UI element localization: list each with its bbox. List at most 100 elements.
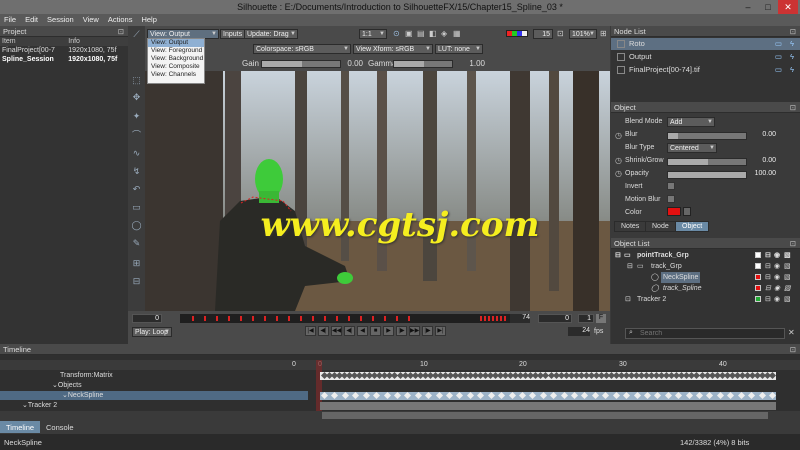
keyframe[interactable] <box>675 391 683 400</box>
keyframe[interactable] <box>477 391 485 400</box>
play-mode-select[interactable]: Play: Loop ▼ <box>132 327 172 337</box>
menu-item-view-background[interactable]: View: Background <box>148 55 204 63</box>
keyframe[interactable] <box>518 391 526 400</box>
list-item[interactable]: ⊡ Tracker 2 ⊟ ◉ ▧ <box>611 294 800 305</box>
invert-checkbox[interactable] <box>667 182 675 190</box>
clock-icon[interactable]: ◷ <box>615 131 622 140</box>
menu-file[interactable]: File <box>0 14 21 24</box>
lightning-icon[interactable]: ϟ <box>790 51 794 63</box>
grid-icon[interactable]: ⊟ <box>131 276 142 287</box>
object-color-swatch[interactable] <box>755 263 761 269</box>
collapse-icon[interactable]: ⊟ <box>615 250 621 261</box>
clock-icon[interactable]: ◷ <box>615 156 622 165</box>
table-row[interactable]: Spline_Session 1920x1080, 75f <box>0 55 128 64</box>
node-row-source[interactable]: FinalProject[00-74].tif ▭ ϟ <box>611 64 800 76</box>
f-button[interactable]: F <box>596 314 606 323</box>
list-item[interactable]: ◯ NeckSpline ⊟ ◉ ▧ <box>611 272 800 283</box>
step-forward-icon[interactable]: |▶ <box>396 326 407 336</box>
timeline-row-neckspline[interactable]: ⌄NeckSpline <box>0 391 308 400</box>
keyframe[interactable] <box>508 391 516 400</box>
render-icon[interactable]: ▧ <box>784 261 791 272</box>
list-item[interactable]: ⊟ ▭ track_Grp ⊟ ◉ ▧ <box>611 261 800 272</box>
viewer-toggle-icon[interactable]: ▭ <box>775 64 782 76</box>
keyframe[interactable] <box>737 391 745 400</box>
neckspline-track[interactable] <box>320 391 777 400</box>
blur-value[interactable]: 0.00 <box>736 131 776 138</box>
menu-item-view-channels[interactable]: View: Channels <box>148 71 204 79</box>
keyframe[interactable] <box>352 391 360 400</box>
rewind-icon[interactable]: ◀◀ <box>331 326 342 336</box>
keyframe[interactable] <box>498 391 506 400</box>
keyframe[interactable] <box>581 391 589 400</box>
play-icon[interactable]: ▶ <box>383 326 394 336</box>
menu-help[interactable]: Help <box>137 14 161 24</box>
timeline-scrollbar[interactable] <box>0 411 800 420</box>
start-frame-field[interactable]: 0 <box>132 314 162 323</box>
menu-actions[interactable]: Actions <box>104 14 138 24</box>
object-color-swatch[interactable] <box>755 252 761 258</box>
tab-timeline[interactable]: Timeline <box>0 421 41 433</box>
frame-count-field[interactable]: 15 <box>533 29 553 39</box>
lock-icon[interactable]: ⊟ <box>765 283 771 294</box>
roi-icon[interactable]: ▣ <box>405 29 413 38</box>
keyframe[interactable] <box>696 391 704 400</box>
overlay-icon[interactable]: ▤ <box>417 29 425 38</box>
keyframe[interactable] <box>487 391 495 400</box>
select-icon[interactable]: ⬚ <box>131 75 142 86</box>
menu-item-view-foreground[interactable]: View: Foreground <box>148 47 204 55</box>
menu-edit[interactable]: Edit <box>21 14 43 24</box>
keyframe[interactable] <box>716 391 724 400</box>
close-button[interactable]: ✕ <box>778 0 798 14</box>
rectangle-icon[interactable]: ▭ <box>131 202 142 213</box>
xspline-icon[interactable]: ↯ <box>131 166 142 177</box>
ellipse-icon[interactable]: ◯ <box>131 220 142 231</box>
keyframe[interactable] <box>643 391 652 400</box>
keyframe[interactable] <box>435 391 443 400</box>
timeline-ruler[interactable]: 0 0 10 20 30 40 <box>0 360 800 370</box>
node-row-roto[interactable]: Roto ▭ ϟ <box>611 38 800 50</box>
opacity-value[interactable]: 100.00 <box>736 170 776 177</box>
keyframe[interactable] <box>560 391 568 400</box>
keyframe[interactable] <box>383 391 391 400</box>
menu-item-view-composite[interactable]: View: Composite <box>148 63 204 71</box>
keyframe[interactable] <box>529 391 537 400</box>
tracker-track[interactable] <box>320 402 776 410</box>
keyframe[interactable] <box>685 391 693 400</box>
keyframe[interactable] <box>539 391 547 400</box>
shrink-grow-slider[interactable] <box>667 158 747 166</box>
node-row-output[interactable]: Output ▭ ϟ <box>611 51 800 63</box>
step-field[interactable]: 1 <box>578 314 594 323</box>
ratio-select[interactable]: 1:1 ▼ <box>359 29 387 39</box>
object-color-swatch[interactable] <box>755 285 761 291</box>
render-icon[interactable]: ▧ <box>784 272 791 283</box>
keyframe[interactable] <box>362 391 370 400</box>
expand-icon[interactable]: ⊞ <box>600 29 607 38</box>
goto-end-icon[interactable]: ▶| <box>435 326 446 336</box>
search-input[interactable] <box>640 329 780 338</box>
keyframe[interactable] <box>623 391 631 400</box>
keyframe[interactable] <box>331 391 339 400</box>
frame-scrub-bar[interactable] <box>180 314 530 323</box>
wand-icon[interactable]: ⟋ <box>131 29 142 40</box>
visibility-icon[interactable]: ◉ <box>774 272 780 283</box>
lock-icon[interactable]: ⊟ <box>765 261 771 272</box>
keyframe[interactable] <box>758 391 766 400</box>
tab-node[interactable]: Node <box>645 221 676 232</box>
pin-icon[interactable]: ⊡ <box>118 27 124 36</box>
collapse-icon[interactable]: ⊟ <box>627 261 633 272</box>
pin-icon[interactable]: ⊡ <box>790 239 796 248</box>
minimize-button[interactable]: – <box>738 0 758 14</box>
keyframe[interactable] <box>320 391 329 400</box>
color-picker-button[interactable] <box>683 207 691 216</box>
list-item[interactable]: ⊟ ▭ pointTrack_Grp ⊟ ◉ ▧ <box>611 250 800 261</box>
render-icon[interactable]: ▧ <box>784 250 791 261</box>
gain-value[interactable]: 0.00 <box>343 59 363 68</box>
keyframe[interactable] <box>664 391 672 400</box>
stop-icon[interactable]: ■ <box>370 326 381 336</box>
prev-key-icon[interactable]: ◀| <box>318 326 329 336</box>
color-swatch[interactable] <box>667 207 681 216</box>
gamma-slider[interactable] <box>393 60 453 68</box>
menu-view[interactable]: View <box>79 14 104 24</box>
menu-session[interactable]: Session <box>43 14 79 24</box>
channels-swatch[interactable] <box>506 30 528 37</box>
